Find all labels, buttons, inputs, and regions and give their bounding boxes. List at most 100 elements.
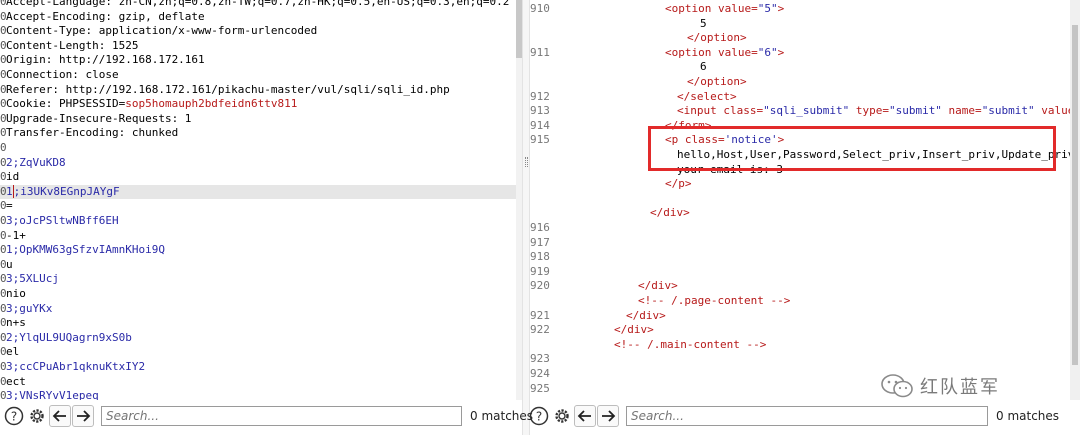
response-line-code: <input class="sqli_submit" type="submit"…	[677, 104, 1070, 118]
request-line: 0ect	[0, 375, 516, 389]
response-pane: 910 <option value="5"> 5 </option> 911 <optio…	[530, 0, 1080, 435]
request-line: 0id	[0, 170, 516, 184]
code-token: </select>	[677, 89, 737, 103]
request-line: 0-1+	[0, 229, 516, 243]
line-number: 911	[530, 45, 550, 59]
arrow-right-icon[interactable]	[72, 405, 94, 427]
request-line-text: Upgrade-Insecure-Requests: 1	[6, 111, 192, 125]
request-line: 02;ZqVuKD8	[0, 156, 516, 170]
code-token: </div>	[650, 206, 690, 220]
line-number: 920	[530, 279, 550, 293]
request-line-text: 2;ZqVuKD8	[6, 155, 66, 169]
response-search-bar: ? 0 matches	[528, 402, 1059, 430]
request-line: 0Content-Type: application/x-www-form-ur…	[0, 24, 516, 38]
help-icon[interactable]: ?	[528, 405, 550, 427]
code-token: <option	[665, 45, 718, 59]
code-token: "submit"	[888, 104, 942, 118]
request-line-text: 1;OpKMW63gSfzvIAmnKHoi9Q	[6, 243, 165, 257]
gear-icon[interactable]	[26, 405, 48, 427]
line-number: 913	[530, 104, 550, 118]
code-token: type=	[849, 104, 889, 118]
request-line: 0	[0, 141, 516, 155]
pane-splitter[interactable]	[522, 0, 530, 435]
chunk-size: 1	[6, 184, 13, 198]
response-line: </p>	[530, 177, 1070, 191]
response-line: 6	[530, 60, 1070, 74]
watermark-text: 红队蓝军	[920, 377, 1000, 398]
response-line: 921 </div>	[530, 309, 1070, 323]
text-cursor: ;i3UKv8EGnpJAYgF	[12, 184, 120, 198]
response-line-code: </option>	[687, 75, 747, 89]
request-line: 0n+s	[0, 316, 516, 330]
request-line: 0Content-Length: 1525	[0, 39, 516, 53]
request-line: 0Upgrade-Insecure-Requests: 1	[0, 112, 516, 126]
response-search-input[interactable]	[626, 406, 988, 426]
request-line: 03;5XLUcj	[0, 272, 516, 286]
response-line-code: 5	[700, 17, 707, 31]
request-line-text: =	[6, 199, 13, 213]
request-line: 0u	[0, 258, 516, 272]
response-scrollbar[interactable]	[1070, 0, 1080, 400]
request-line: 0nio	[0, 287, 516, 301]
response-line-code: <option value="6">	[665, 46, 784, 60]
arrow-left-icon[interactable]	[574, 405, 596, 427]
request-line-text: 2;YlqUL9UQagrn9xS0b	[6, 330, 132, 344]
splitter-grip[interactable]	[525, 157, 528, 167]
response-editor[interactable]: 910 <option value="5"> 5 </option> 911 <optio…	[530, 0, 1070, 400]
request-editor[interactable]: 0 Accept-Language: zh-CN,zh;q=0.8,zh-TW;q…	[0, 0, 516, 400]
request-line: 0Transfer-Encoding: chunked	[0, 126, 516, 140]
request-line-text: 3;VNsRYvV1epeq	[6, 389, 99, 400]
request-line-text: id	[6, 170, 20, 184]
request-line: 01;i3UKv8EGnpJAYgF	[0, 184, 516, 199]
response-line: 913 <input class="sqli_submit" type="subm…	[530, 104, 1070, 118]
code-token: 5	[700, 16, 707, 30]
request-line-text: el	[6, 345, 20, 359]
request-line-text: 3;guYKx	[6, 301, 53, 315]
request-line-text	[5, 141, 6, 154]
request-line: 01;OpKMW63gSfzvIAmnKHoi9Q	[0, 243, 516, 257]
cookie-value: sop5homauph2bdfeidn6ttv811	[125, 97, 298, 111]
line-number: 915	[530, 133, 550, 147]
request-line-text: ect	[6, 374, 26, 388]
response-line	[530, 192, 1070, 206]
request-match-count: 0 matches	[470, 409, 534, 423]
request-line-text: -1+	[6, 228, 26, 242]
code-token: >	[777, 2, 785, 15]
line-number: 919	[530, 264, 550, 278]
request-search-input[interactable]	[101, 406, 462, 426]
code-token: <!-- /.page-content -->	[638, 294, 791, 307]
code-token: </option>	[687, 75, 747, 88]
code-token: <!-- /.main-content -->	[614, 337, 767, 351]
response-line: 910 <option value="5">	[530, 2, 1070, 16]
response-line: </option>	[530, 75, 1070, 89]
response-line: 917	[530, 236, 1070, 250]
svg-text:?: ?	[11, 410, 17, 424]
arrow-right-icon[interactable]	[597, 405, 619, 427]
response-line-code: <!-- /.main-content -->	[614, 338, 766, 352]
request-line: 03;guYKx	[0, 302, 516, 316]
response-line: 916	[530, 221, 1070, 235]
request-line: 03;oJcPSltwNBff6EH	[0, 214, 516, 228]
response-line-code: </div>	[626, 309, 666, 323]
request-line-text: Connection: close	[6, 68, 119, 81]
request-line-text: Accept-Language: zh-CN,zh;q=0.8,zh-TW;q=…	[6, 0, 510, 8]
request-line-text: u	[6, 257, 13, 271]
response-line-code: 6	[700, 60, 707, 74]
arrow-left-icon[interactable]	[49, 405, 71, 427]
line-number: 921	[530, 308, 550, 322]
help-icon[interactable]: ?	[3, 405, 25, 427]
code-token: 6	[700, 60, 707, 74]
line-number: 916	[530, 221, 550, 234]
code-token: </div>	[626, 308, 666, 322]
line-number: 917	[530, 235, 550, 249]
gear-icon[interactable]	[551, 405, 573, 427]
response-line: </option>	[530, 31, 1070, 45]
request-line: 0Connection: close	[0, 68, 516, 82]
request-line: 0el	[0, 345, 516, 359]
request-search-bar: ? 0 matches	[3, 402, 533, 430]
code-token: "5"	[757, 2, 778, 15]
svg-text:?: ?	[536, 410, 542, 424]
code-token: value=	[1041, 104, 1070, 118]
response-scroll-thumb[interactable]	[1072, 25, 1078, 365]
response-match-count: 0 matches	[996, 409, 1060, 423]
